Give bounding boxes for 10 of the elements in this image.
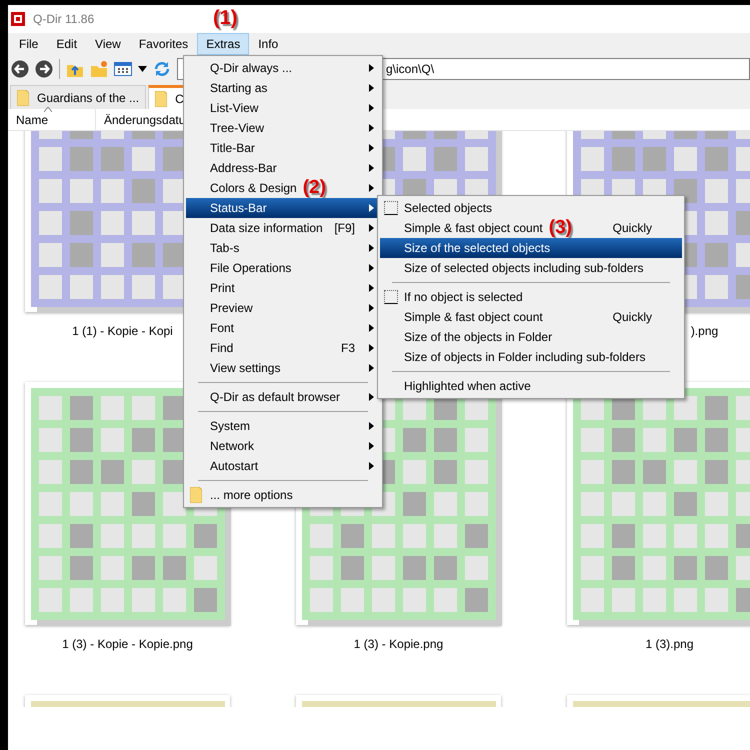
step-marker: (1) bbox=[213, 7, 238, 30]
file-name: 1 (1) - Kopie - Kopi bbox=[72, 324, 173, 339]
file-name: 1 (3) - Kopie.png bbox=[354, 637, 444, 652]
window-title: Q-Dir 11.86 bbox=[33, 12, 94, 26]
file-name: ).png bbox=[690, 324, 718, 339]
step-marker: (2) bbox=[302, 178, 326, 198]
address-text: g\icon\Q\ bbox=[386, 62, 434, 76]
file-name: 1 (3) - Kopie - Kopie.png bbox=[62, 637, 193, 652]
step-marker: (3) bbox=[548, 218, 572, 238]
file-name: 1 (3).png bbox=[645, 637, 694, 652]
